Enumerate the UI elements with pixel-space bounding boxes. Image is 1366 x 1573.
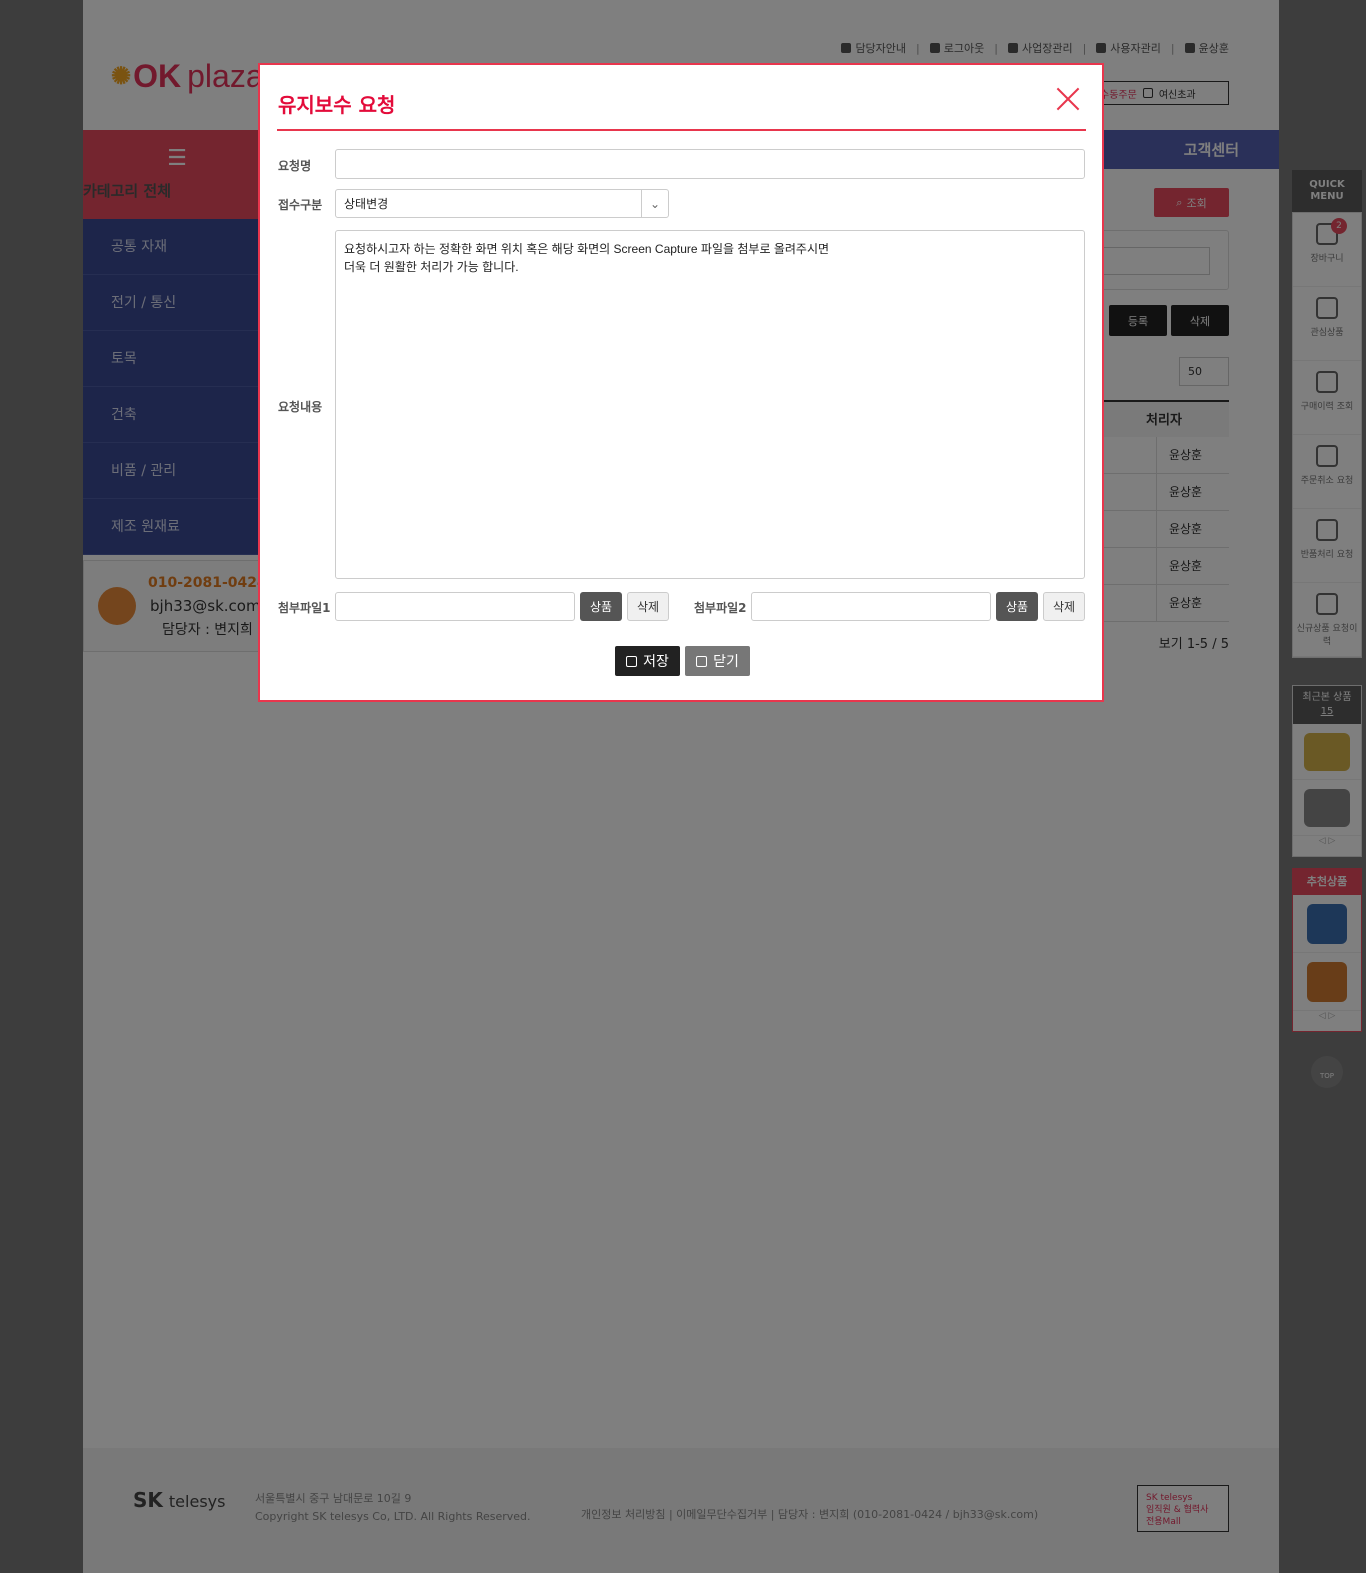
title-divider bbox=[277, 129, 1086, 131]
attach1-label: 첨부파일1 bbox=[278, 601, 331, 615]
modal-title: 유지보수 요청 bbox=[278, 93, 396, 117]
attach2-input[interactable] bbox=[751, 592, 991, 621]
request-content-label: 요청내용 bbox=[278, 400, 323, 414]
attach2-delete-button[interactable]: 삭제 bbox=[1043, 592, 1085, 621]
attach2-browse-button[interactable]: 상품 bbox=[996, 592, 1038, 621]
maintenance-request-modal: 유지보수 요청 요청명 접수구분 상태변경 ⌄ 요청내용 요청하시고자 하는 정… bbox=[258, 63, 1104, 702]
request-name-input[interactable] bbox=[335, 149, 1085, 179]
request-type-label: 접수구분 bbox=[278, 198, 323, 212]
attach2-label: 첨부파일2 bbox=[694, 601, 747, 615]
request-name-label: 요청명 bbox=[278, 159, 312, 173]
chevron-down-icon: ⌄ bbox=[641, 190, 668, 217]
request-content-textarea[interactable]: 요청하시고자 하는 정확한 화면 위치 혹은 해당 화면의 Screen Cap… bbox=[335, 230, 1085, 579]
attach1-browse-button[interactable]: 상품 bbox=[580, 592, 622, 621]
close-box-icon bbox=[696, 655, 708, 667]
request-type-select[interactable]: 상태변경 ⌄ bbox=[335, 189, 669, 218]
attach1-delete-button[interactable]: 삭제 bbox=[627, 592, 669, 621]
attach1-input[interactable] bbox=[335, 592, 575, 621]
close-icon[interactable] bbox=[1056, 87, 1080, 111]
save-icon bbox=[626, 655, 638, 667]
save-button[interactable]: 저장 bbox=[615, 646, 680, 676]
close-button[interactable]: 닫기 bbox=[685, 646, 750, 676]
